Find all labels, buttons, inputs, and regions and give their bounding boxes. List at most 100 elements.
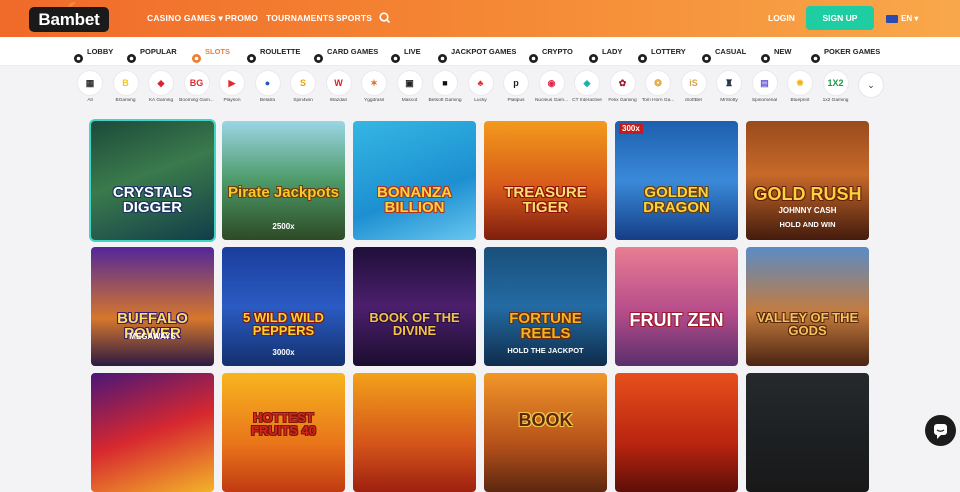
game-tile[interactable]: 5 WILD WILD PEPPERS 3000x	[222, 247, 345, 366]
category-crypto[interactable]: CRYPTO	[528, 37, 573, 66]
game-tile[interactable]	[746, 373, 869, 492]
provider-logo-icon: ◆	[575, 71, 599, 95]
cards-icon	[313, 47, 324, 63]
game-tagline: HOLD THE JACKPOT	[507, 346, 584, 355]
category-label: LOBBY	[87, 47, 114, 56]
provider-logo-icon: ◆	[149, 71, 173, 95]
game-title: BONANZA BILLION	[377, 184, 452, 216]
game-tile[interactable]: FORTUNE REELS HOLD THE JACKPOT	[484, 247, 607, 366]
provider-logo-icon: ▤	[752, 71, 777, 95]
lady-icon	[588, 47, 599, 63]
category-label: JACKPOT GAMES	[451, 47, 517, 56]
slot-machine-icon	[191, 47, 202, 63]
leaf-icon	[68, 1, 76, 7]
game-tile[interactable]: BOOK OF THE DIVINE	[353, 247, 476, 366]
category-popular[interactable]: POPULAR	[126, 37, 177, 66]
game-tile[interactable]: GOLD RUSH JOHNNY CASH HOLD AND WIN	[746, 121, 869, 240]
new-icon	[760, 47, 771, 63]
category-label: POKER GAMES	[824, 47, 881, 56]
game-tile[interactable]: BONANZA BILLION	[353, 121, 476, 240]
game-title: GOLDEN DRAGON	[643, 184, 710, 216]
provider-logo-icon: iS	[681, 71, 706, 95]
provider-logo-icon: ▦	[78, 71, 102, 95]
logo-text: Bambet	[38, 10, 100, 29]
chevron-down-icon[interactable]: ⌄	[859, 73, 883, 97]
chat-button[interactable]	[925, 415, 956, 446]
game-title: BOOK OF THE DIVINE	[369, 310, 460, 338]
provider-logo-icon: p	[504, 71, 528, 95]
nav-promo[interactable]: PROMO	[225, 0, 258, 37]
category-label: LOTTERY	[651, 47, 686, 56]
nav-tournaments[interactable]: TOURNAMENTS	[266, 0, 334, 37]
nav-sports[interactable]: SPORTS	[336, 0, 372, 37]
game-tile[interactable]	[91, 373, 214, 492]
category-poker-games[interactable]: POKER GAMES	[810, 37, 880, 66]
game-title: HOTTEST FRUITS 40	[250, 410, 316, 438]
game-tile[interactable]: BOOK	[484, 373, 607, 492]
game-tile[interactable]	[615, 373, 738, 492]
game-title: Pirate Jackpots	[228, 184, 339, 201]
category-label: LIVE	[404, 47, 421, 56]
game-title: TREASURE TIGER	[504, 184, 587, 216]
category-jackpot-games[interactable]: JACKPOT GAMES	[437, 37, 516, 66]
poker-icon	[810, 47, 821, 63]
category-lobby[interactable]: LOBBY	[73, 37, 113, 66]
provider-logo-icon: ✶	[362, 71, 386, 95]
provider-logo-icon: ■	[433, 71, 457, 95]
site-header: Bambet CASINO GAMES ▾ PROMO TOURNAMENTS …	[0, 0, 960, 37]
game-title: BOOK	[518, 410, 573, 430]
search-icon[interactable]	[378, 11, 392, 25]
game-subtitle: MEGAWAYS	[129, 332, 176, 341]
category-nav: LOBBY POPULAR SLOTS ROULETTE CARD GAMES LIVE J…	[0, 37, 960, 66]
game-tile[interactable]: TREASURE TIGER	[484, 121, 607, 240]
category-label: SLOTS	[205, 47, 231, 56]
provider-bar: ▦ All B BGaming ◆ KA Gaming BG Booming Gam... ▶ P…	[0, 66, 960, 111]
game-multiplier: 300x	[619, 124, 643, 134]
provider-logo-icon: W	[326, 71, 351, 95]
category-lady[interactable]: LADY	[588, 37, 622, 66]
provider-logo-icon: ◉	[539, 71, 564, 95]
category-card-games[interactable]: CARD GAMES	[313, 37, 378, 66]
game-multiplier: 2500x	[272, 222, 295, 231]
provider-logo-icon: ♣	[468, 71, 493, 95]
game-title: FORTUNE REELS	[509, 310, 582, 342]
category-live[interactable]: LIVE	[390, 37, 421, 66]
game-subtitle: JOHNNY CASH	[778, 206, 837, 215]
category-slots[interactable]: SLOTS	[191, 37, 230, 66]
category-new[interactable]: NEW	[760, 37, 792, 66]
login-link[interactable]: LOGIN	[768, 0, 795, 37]
chat-icon	[934, 424, 947, 439]
casual-icon	[701, 47, 712, 63]
bambet-logo[interactable]: Bambet	[29, 1, 109, 32]
game-multiplier: 3000x	[272, 348, 295, 357]
category-casual[interactable]: CASUAL	[701, 37, 746, 66]
provider-label: 1x2 Gaming	[822, 98, 849, 103]
category-lottery[interactable]: LOTTERY	[637, 37, 686, 66]
provider-logo-icon: B	[113, 71, 138, 95]
signup-button[interactable]: SIGN UP	[806, 6, 874, 30]
game-tile[interactable]: GOLDEN DRAGON 300x	[615, 121, 738, 240]
language-selector[interactable]: EN ▾	[886, 0, 918, 37]
lottery-icon	[637, 47, 648, 63]
category-roulette[interactable]: ROULETTE	[246, 37, 300, 66]
game-tile[interactable]	[353, 373, 476, 492]
provider-1x2-gaming[interactable]: 1X2 1x2 Gaming	[813, 71, 859, 103]
game-tile[interactable]: VALLEY OF THE GODS	[746, 247, 869, 366]
game-title: 5 WILD WILD PEPPERS	[243, 310, 324, 338]
gamepad-icon	[73, 47, 84, 63]
game-tile[interactable]: Pirate Jackpots 2500x	[222, 121, 345, 240]
provider-logo-icon: ●	[255, 71, 280, 95]
game-title: VALLEY OF THE GODS	[756, 310, 859, 338]
game-tile[interactable]: FRUIT ZEN	[615, 247, 738, 366]
category-label: CASUAL	[715, 47, 747, 56]
category-label: ROULETTE	[260, 47, 301, 56]
provider-logo-icon: ▶	[220, 71, 244, 95]
provider-logo-icon: ✹	[788, 71, 812, 95]
nav-casino-games[interactable]: CASINO GAMES ▾	[147, 0, 223, 37]
game-tile[interactable]: HOTTEST FRUITS 40	[222, 373, 345, 492]
game-tile[interactable]: CRYSTALS DIGGER	[91, 121, 214, 240]
game-tile[interactable]: BUFFALO POWER MEGAWAYS	[91, 247, 214, 366]
category-label: CRYPTO	[542, 47, 573, 56]
provider-logo-icon: S	[291, 71, 315, 95]
game-tagline: HOLD AND WIN	[779, 220, 836, 229]
